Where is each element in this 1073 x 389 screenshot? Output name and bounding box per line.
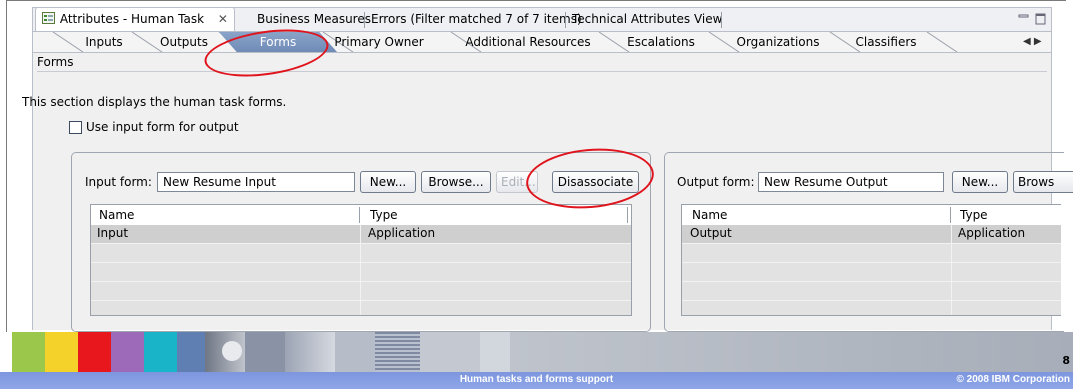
column-separator [359,207,360,223]
input-form-table: Name Type Input Application [90,204,632,316]
row-name: Input [97,226,129,240]
input-form-label: Input form: [85,175,152,189]
output-form-group: Output form: New Resume Output New... Br… [664,152,1073,332]
maximize-icon[interactable] [1035,13,1047,25]
section-tab-bar: Inputs Outputs Forms Primary Owner Addit… [32,31,1052,53]
checkbox-label: Use input form for output [86,120,239,134]
table-row[interactable]: Output Application [682,225,1061,244]
row-type: Application [368,226,436,240]
table-row [682,263,1061,282]
tab-outputs[interactable]: Outputs [149,32,219,52]
section-description: This section displays the human task for… [22,95,287,109]
column-header-type[interactable]: Type [370,205,398,225]
tab-classifiers[interactable]: Classifiers [841,32,931,52]
section-divider [37,71,1047,72]
table-header: Name Type [91,205,631,226]
tab-escalations[interactable]: Escalations [611,32,711,52]
browse-input-form-button[interactable]: Browse... [421,171,491,193]
tab-errors[interactable]: Errors (Filter matched 7 of 7 items) [365,8,588,31]
tab-organizations[interactable]: Organizations [723,32,833,52]
column-grid-line [951,225,952,315]
minimize-icon[interactable] [1018,13,1030,23]
section-title: Forms [37,55,74,69]
table-row [91,244,631,263]
footer-title: Human tasks and forms support [459,374,614,385]
column-grid-line [360,225,361,315]
tab-technical-attributes[interactable]: Technical Attributes View [566,8,728,31]
frame-left-line [6,0,7,332]
column-separator [627,207,628,223]
frame-top-line [6,0,1066,1]
tab-label: Attributes - Human Task [59,12,205,26]
column-header-type[interactable]: Type [960,205,988,225]
tab-business-measures[interactable]: Business Measures [251,8,377,31]
tab-attributes-human-task[interactable]: Attributes - Human Task ✕ [35,7,235,32]
row-name: Output [690,226,732,240]
tab-additional-resources[interactable]: Additional Resources [453,32,603,52]
column-header-name[interactable]: Name [99,205,134,225]
browse-output-form-button[interactable]: Brows [1013,171,1073,193]
footer-image-strip: 8 [0,332,1073,372]
tab-scroll-arrows[interactable]: ◀ ▶ [1023,32,1042,52]
table-row [682,244,1061,263]
use-input-form-checkbox[interactable] [69,121,82,134]
tab-separator [721,12,722,28]
tab-inputs[interactable]: Inputs [69,32,139,52]
new-output-form-button[interactable]: New... [952,171,1008,193]
footer-bar: Human tasks and forms support © 2008 IBM… [0,372,1073,389]
footer-globe-graphic [222,341,242,361]
footer-copyright: © 2008 IBM Corporation [956,374,1071,385]
column-separator [950,207,951,223]
attributes-icon [42,12,55,24]
input-form-field[interactable]: New Resume Input [157,172,355,192]
table-row[interactable]: Input Application [91,225,631,244]
output-form-table: Name Type Output Application [681,204,1061,316]
table-row [91,282,631,301]
view-tab-bar: Attributes - Human Task ✕ Business Measu… [32,7,1052,32]
output-form-field[interactable]: New Resume Output [758,172,944,192]
row-type: Application [958,226,1026,240]
output-form-label: Output form: [677,175,755,189]
table-row [91,263,631,282]
page-number: 8 [1062,354,1070,367]
tab-primary-owner[interactable]: Primary Owner [319,32,439,52]
table-row [682,282,1061,301]
column-header-name[interactable]: Name [692,205,727,225]
table-header: Name Type [682,205,1061,226]
close-icon[interactable]: ✕ [218,12,228,26]
new-input-form-button[interactable]: New... [360,171,416,193]
